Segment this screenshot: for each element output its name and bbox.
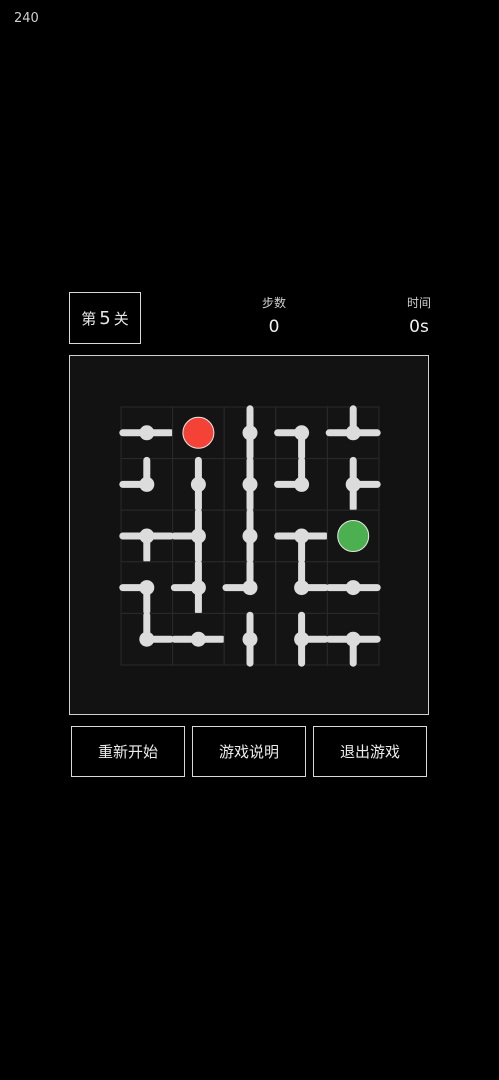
- pipe-joint: [242, 476, 258, 492]
- steps-value: 0: [268, 317, 280, 337]
- board-cell-4-1[interactable]: [170, 612, 226, 666]
- pipe-joint: [190, 580, 206, 596]
- pipe-joint: [242, 580, 258, 596]
- game-board: [69, 355, 429, 715]
- pipe-joint: [190, 476, 206, 492]
- board-cell-1-0[interactable]: [119, 456, 174, 511]
- pipe-joint: [139, 631, 155, 647]
- pipe-joint: [190, 528, 206, 544]
- pipe-joint: [345, 631, 361, 647]
- board-cell-1-2[interactable]: [223, 456, 277, 512]
- board-cell-0-4[interactable]: [325, 405, 381, 460]
- pipe-joint: [345, 425, 361, 441]
- help-button[interactable]: 游戏说明: [192, 726, 306, 777]
- steps-stat: 步数 0: [234, 294, 314, 337]
- level-indicator: 第 5 关: [69, 292, 141, 344]
- pipe-joint: [242, 425, 258, 441]
- restart-button[interactable]: 重新开始: [71, 726, 185, 777]
- time-stat: 时间 0s: [379, 294, 459, 337]
- board-cell-2-4[interactable]: [326, 509, 380, 563]
- pipe-joint: [242, 528, 258, 544]
- board-cell-2-1[interactable]: [170, 508, 225, 564]
- board-cell-3-0[interactable]: [119, 561, 174, 616]
- board-cell-3-1[interactable]: [170, 560, 225, 616]
- game-screen: 240 第 5 关 步数 0 时间 0s 重新开始 游戏说明 退出游戏: [0, 0, 499, 1080]
- board-cell-0-3[interactable]: [274, 406, 328, 461]
- quit-button[interactable]: 退出游戏: [313, 726, 427, 777]
- pipe-joint: [139, 528, 155, 544]
- board-cell-3-2[interactable]: [222, 560, 277, 614]
- board-cell-2-0[interactable]: [119, 509, 175, 564]
- level-number: 5: [99, 307, 111, 329]
- status-counter: 240: [14, 11, 39, 26]
- pipe-joint: [139, 476, 155, 492]
- steps-label: 步数: [261, 296, 286, 310]
- board-cell-3-4[interactable]: [325, 561, 381, 614]
- board-cell-1-3[interactable]: [274, 456, 328, 511]
- pipe-joint: [345, 476, 361, 492]
- pipe-grid: [119, 405, 381, 667]
- pipe-joint: [190, 631, 206, 647]
- pipe-joint: [294, 476, 310, 492]
- pipe-joint: [139, 580, 155, 596]
- board-cell-4-0[interactable]: [120, 611, 175, 666]
- pipe-joint: [294, 528, 310, 544]
- board-cell-0-0[interactable]: [119, 406, 175, 460]
- end-node: [337, 520, 370, 552]
- pipe-joint: [242, 631, 258, 647]
- board-cell-0-1[interactable]: [172, 406, 225, 460]
- board-cell-1-1[interactable]: [172, 456, 225, 512]
- board-cell-2-2[interactable]: [223, 508, 277, 564]
- board-cell-3-3[interactable]: [275, 560, 330, 614]
- board-cell-0-2[interactable]: [223, 405, 277, 461]
- pipe-joint: [294, 425, 310, 441]
- level-prefix: 第: [81, 309, 97, 328]
- board-cell-4-3[interactable]: [275, 611, 330, 667]
- time-label: 时间: [406, 296, 431, 310]
- start-node: [182, 416, 215, 449]
- board-cell-4-2[interactable]: [223, 611, 277, 667]
- pipe-joint: [294, 580, 310, 596]
- board-cell-2-3[interactable]: [274, 509, 330, 564]
- board-cell-1-4[interactable]: [326, 456, 381, 512]
- pipe-joint: [139, 425, 155, 441]
- board-cell-4-4[interactable]: [325, 612, 381, 667]
- level-suffix: 关: [113, 309, 129, 328]
- time-value: 0s: [409, 317, 429, 337]
- pipe-joint: [294, 631, 310, 647]
- pipe-joint: [345, 580, 361, 596]
